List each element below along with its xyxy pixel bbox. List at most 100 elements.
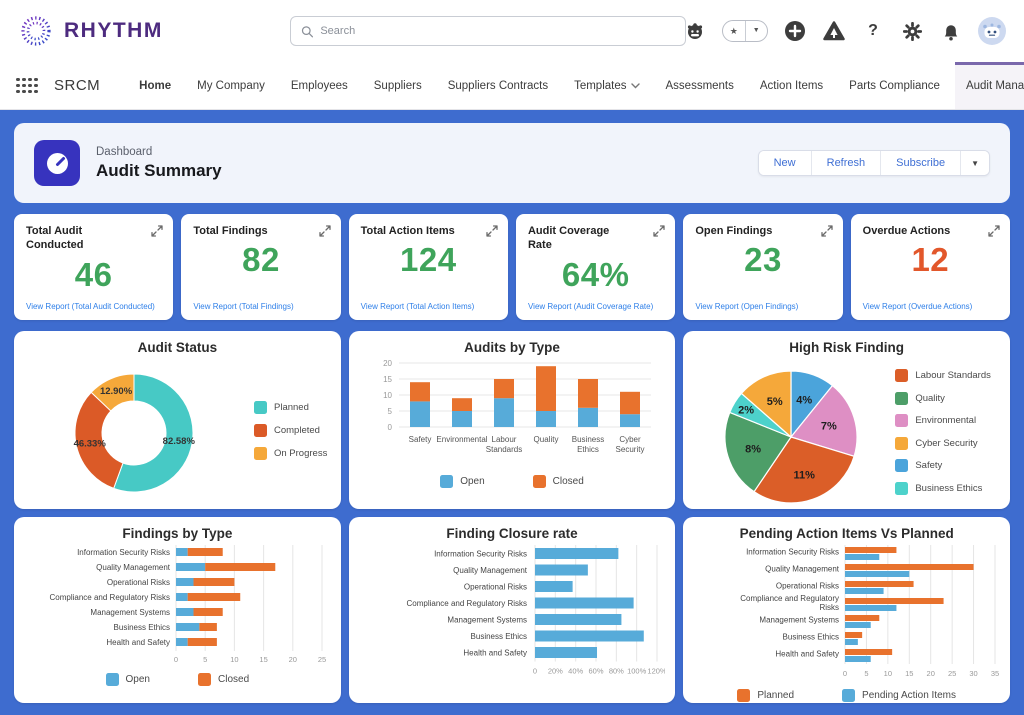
assistant-icon[interactable] — [683, 19, 707, 43]
chart-row-2: Findings by Type 0510152025Information S… — [14, 517, 1010, 703]
svg-text:Management Systems: Management Systems — [90, 608, 170, 617]
expand-icon[interactable] — [151, 224, 163, 242]
tab-action-items[interactable]: Action Items — [749, 62, 834, 109]
expand-icon[interactable] — [988, 224, 1000, 242]
kpi-view-report-link[interactable]: View Report (Overdue Actions) — [863, 302, 973, 311]
new-button[interactable]: New — [759, 151, 812, 175]
global-search[interactable] — [290, 16, 686, 46]
chevron-down-icon[interactable]: ▼ — [745, 21, 768, 41]
tab-suppliers[interactable]: Suppliers — [363, 62, 433, 109]
svg-text:Health and Safety: Health and Safety — [106, 638, 170, 647]
add-icon[interactable] — [783, 19, 807, 43]
dashboard-header: Dashboard Audit Summary New Refresh Subs… — [14, 123, 1010, 203]
audit-status-chart: 82.58%46.33%12.90% — [24, 357, 242, 505]
refresh-button[interactable]: Refresh — [812, 151, 882, 175]
tab-employees[interactable]: Employees — [280, 62, 359, 109]
tab-parts-compliance[interactable]: Parts Compliance — [838, 62, 951, 109]
favorite-toggle[interactable]: ★ ▼ — [722, 20, 768, 42]
tab-templates[interactable]: Templates — [563, 62, 650, 109]
legend-label: Environmental — [915, 415, 976, 426]
tab-home[interactable]: Home — [128, 62, 182, 109]
kpi-view-report-link[interactable]: View Report (Audit Coverage Rate) — [528, 302, 653, 311]
legend-swatch — [440, 475, 453, 488]
svg-text:Cyber: Cyber — [619, 435, 641, 444]
svg-text:25: 25 — [318, 655, 326, 664]
tab-my-company[interactable]: My Company — [186, 62, 276, 109]
legend-label: Completed — [274, 425, 320, 436]
app-launcher-icon[interactable] — [16, 78, 38, 94]
legend-item: Environmental — [895, 414, 991, 427]
kpi-view-report-link[interactable]: View Report (Total Action Items) — [361, 302, 475, 311]
dashboard-gauge-icon — [34, 140, 80, 186]
svg-text:Quality Management: Quality Management — [453, 566, 528, 575]
svg-text:Quality: Quality — [533, 435, 558, 444]
svg-text:30: 30 — [970, 669, 978, 678]
svg-text:82.58%: 82.58% — [163, 436, 196, 447]
svg-text:100%: 100% — [627, 667, 647, 676]
svg-text:Management Systems: Management Systems — [760, 616, 840, 625]
actions-dropdown-button[interactable]: ▼ — [961, 151, 989, 175]
expand-icon[interactable] — [486, 224, 498, 242]
tab-audit-management[interactable]: Audit Management — [955, 62, 1024, 109]
expand-icon[interactable] — [319, 224, 331, 242]
legend-item: Closed — [198, 673, 249, 686]
svg-text:Ethics: Ethics — [577, 445, 599, 454]
svg-text:Management Systems: Management Systems — [447, 615, 527, 624]
findings-by-type-card: Findings by Type 0510152025Information S… — [14, 517, 341, 703]
notifications-icon[interactable] — [939, 19, 963, 43]
legend-label: Safety — [915, 460, 942, 471]
tree-icon[interactable] — [822, 19, 846, 43]
legend-label: Pending Action Items — [862, 690, 956, 701]
help-icon[interactable]: ? — [861, 19, 885, 43]
audits-by-type-card: Audits by Type 05101520SafetyEnvironment… — [349, 331, 676, 509]
expand-icon[interactable] — [653, 224, 665, 242]
page-title: Audit Summary — [96, 161, 222, 181]
svg-text:25: 25 — [948, 669, 956, 678]
settings-icon[interactable] — [900, 19, 924, 43]
svg-text:0: 0 — [174, 655, 178, 664]
svg-text:15: 15 — [259, 655, 267, 664]
legend-item: On Progress — [254, 447, 327, 460]
star-icon[interactable]: ★ — [723, 21, 745, 41]
app-nav-bar: SRCM Home My Company Employees Suppliers… — [0, 62, 1024, 110]
audit-status-legend: PlannedCompletedOn Progress — [254, 401, 327, 460]
svg-text:Quality Management: Quality Management — [96, 563, 171, 572]
audits-by-type-chart: 05101520SafetyEnvironmentalLabourStandar… — [359, 357, 665, 469]
kpi-view-report-link[interactable]: View Report (Open Findings) — [695, 302, 798, 311]
subscribe-button[interactable]: Subscribe — [881, 151, 961, 175]
kpi-value: 23 — [695, 241, 830, 279]
legend-swatch — [842, 689, 855, 702]
expand-icon[interactable] — [821, 224, 833, 242]
svg-text:Labour: Labour — [491, 435, 516, 444]
legend-swatch — [106, 673, 119, 686]
pending-vs-planned-legend: PlannedPending Action Items — [693, 689, 1000, 702]
tab-assessments[interactable]: Assessments — [655, 62, 745, 109]
svg-text:Health and Safety: Health and Safety — [463, 648, 527, 657]
chart-title: High Risk Finding — [693, 340, 1000, 355]
svg-text:15: 15 — [383, 375, 392, 384]
user-avatar[interactable] — [978, 17, 1006, 45]
svg-text:5%: 5% — [767, 396, 783, 408]
legend-label: Closed — [553, 476, 584, 487]
legend-swatch — [895, 437, 908, 450]
kpi-view-report-link[interactable]: View Report (Total Audit Conducted) — [26, 302, 155, 311]
legend-swatch — [533, 475, 546, 488]
svg-text:20: 20 — [289, 655, 297, 664]
kpi-card: Open Findings23View Report (Open Finding… — [683, 214, 842, 320]
kpi-value: 82 — [193, 241, 328, 279]
svg-text:Operational Risks: Operational Risks — [776, 582, 839, 591]
search-input[interactable] — [320, 25, 675, 37]
svg-text:Compliance and Regulatory Risk: Compliance and Regulatory Risks — [406, 599, 527, 608]
legend-label: Labour Standards — [915, 370, 991, 381]
svg-text:Operational Risks: Operational Risks — [464, 582, 527, 591]
kpi-row: Total Audit Conducted46View Report (Tota… — [14, 214, 1010, 320]
kpi-view-report-link[interactable]: View Report (Total Findings) — [193, 302, 293, 311]
svg-text:10: 10 — [383, 391, 392, 400]
kpi-card: Overdue Actions12View Report (Overdue Ac… — [851, 214, 1010, 320]
tab-suppliers-contracts[interactable]: Suppliers Contracts — [437, 62, 559, 109]
rhythm-logo[interactable]: RHYTHM — [18, 13, 163, 49]
svg-text:120%: 120% — [647, 667, 665, 676]
svg-text:5: 5 — [865, 669, 869, 678]
svg-text:40%: 40% — [568, 667, 583, 676]
legend-item: Closed — [533, 475, 584, 488]
